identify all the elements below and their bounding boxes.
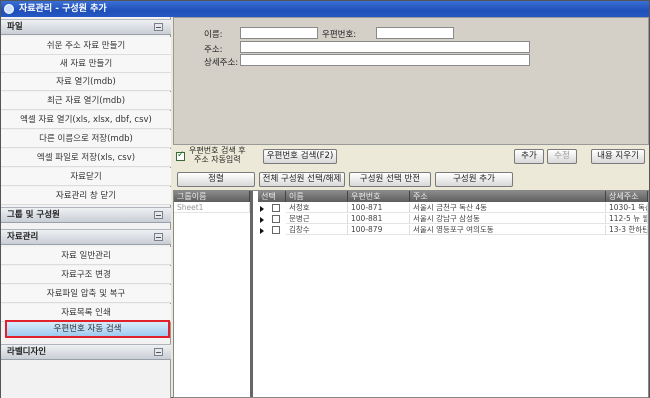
title-bar: 자료관리 - 구성원 추가 — [1, 1, 649, 17]
row-pointer-icon — [260, 228, 264, 234]
row-select-checkbox[interactable] — [272, 204, 280, 212]
menu-save-as[interactable]: 다른 이름으로 저장(mdb) — [1, 130, 171, 148]
invert-selection-button[interactable]: 구성원 선택 반전 — [349, 172, 431, 187]
row-1-name[interactable]: 서정호 — [286, 203, 348, 213]
menu-compress-repair[interactable]: 자료파일 압축 및 복구 — [1, 285, 171, 303]
section-data-header[interactable]: 자료관리 — [1, 229, 171, 245]
menu-data-general[interactable]: 자료 일반관리 — [1, 247, 171, 265]
menu-open-excel[interactable]: 엑셀 자료 열기(xls, xlsx, dbf, csv) — [1, 111, 171, 129]
window-title: 자료관리 - 구성원 추가 — [19, 4, 107, 14]
sidebar: 파일 쉬운 주소 자료 만들기 새 자료 만들기 자료 열기(mdb) 최근 자… — [1, 17, 171, 398]
name-label: 이름: — [204, 30, 223, 40]
data-grid-area: 그룹이름 Sheet1 선택 이름 우편번호 주소 상세주소 서정호 100-8… — [173, 190, 649, 398]
detail-address-input[interactable] — [240, 54, 530, 66]
detail-address-label: 상세주소: — [204, 58, 239, 68]
col-name-header[interactable]: 이름 — [286, 191, 348, 202]
row-pointer-icon — [260, 217, 264, 223]
row-1-address[interactable]: 서울시 금천구 독산 4동 — [410, 203, 606, 213]
menu-recent-data[interactable]: 최근 자료 열기(mdb) — [1, 92, 171, 110]
collapse-icon[interactable] — [154, 23, 163, 31]
name-input[interactable] — [240, 27, 318, 39]
row-select-checkbox[interactable] — [272, 215, 280, 223]
row-1-detail[interactable]: 1030-1 독산 — [606, 203, 648, 213]
col-detail-header[interactable]: 상세주소 — [606, 191, 648, 202]
address-label: 주소: — [204, 45, 223, 55]
add-button[interactable]: 추가 — [514, 149, 544, 164]
auto-zip-checkbox[interactable] — [176, 150, 185, 161]
group-table: 그룹이름 Sheet1 — [174, 191, 253, 397]
menu-open-data[interactable]: 자료 열기(mdb) — [1, 73, 171, 91]
row-select-checkbox[interactable] — [272, 226, 280, 234]
menu-close-data[interactable]: 자료닫기 — [1, 168, 171, 186]
menu-structure-change[interactable]: 자료구조 변경 — [1, 266, 171, 284]
row-3-address[interactable]: 서울시 영등포구 여의도동 — [410, 225, 606, 235]
row-3-name[interactable]: 김창수 — [286, 225, 348, 235]
row-2-zip[interactable]: 100-881 — [348, 214, 410, 224]
menu-easy-address[interactable]: 쉬운 주소 자료 만들기 — [1, 37, 171, 55]
input-form: 이름: 우편번호: 주소: 상세주소: — [173, 17, 649, 145]
main-window: 자료관리 - 구성원 추가 파일 쉬운 주소 자료 만들기 새 자료 만들기 자… — [0, 0, 650, 398]
group-row[interactable]: Sheet1 — [174, 203, 250, 213]
col-address-header[interactable]: 주소 — [410, 191, 606, 202]
zip-label: 우편번호: — [322, 30, 357, 40]
select-all-button[interactable]: 전체 구성원 선택/해제 — [259, 172, 345, 187]
zip-input[interactable] — [376, 27, 454, 39]
address-input[interactable] — [240, 41, 530, 53]
edit-button[interactable]: 수정 — [547, 149, 577, 164]
app-icon — [4, 4, 14, 14]
row-3-zip[interactable]: 100-879 — [348, 225, 410, 235]
auto-zip-label: 우편번호 검색 후 주소 자동입력 — [189, 146, 246, 164]
row-2-detail[interactable]: 112-5 뉴 월드 — [606, 214, 648, 224]
row-3-detail[interactable]: 13-3 한하탄 — [606, 225, 648, 235]
expand-icon[interactable] — [154, 348, 163, 356]
collapse-icon[interactable] — [154, 233, 163, 241]
group-name-header: 그룹이름 — [174, 191, 250, 202]
menu-save-excel[interactable]: 엑셀 파일로 저장(xls, csv) — [1, 149, 171, 167]
menu-new-data[interactable]: 새 자료 만들기 — [1, 55, 171, 73]
sort-button[interactable]: 정렬 — [177, 172, 255, 187]
section-group-header[interactable]: 그룹 및 구성원 — [1, 207, 171, 223]
add-member-button[interactable]: 구성원 추가 — [435, 172, 513, 187]
section-label-header[interactable]: 라벨디자인 — [1, 344, 171, 360]
row-2-address[interactable]: 서울시 강남구 삼성동 — [410, 214, 606, 224]
menu-auto-zip[interactable]: 우편번호 자동 검색 — [5, 320, 170, 338]
zip-search-button[interactable]: 우편번호 검색(F2) — [263, 149, 337, 164]
col-select-header[interactable]: 선택 — [258, 191, 286, 202]
row-2-name[interactable]: 문병근 — [286, 214, 348, 224]
expand-icon[interactable] — [154, 211, 163, 219]
clear-button[interactable]: 내용 지우기 — [591, 149, 645, 164]
row-pointer-icon — [260, 206, 264, 212]
menu-close-window[interactable]: 자료관리 창 닫기 — [1, 187, 171, 205]
row-1-zip[interactable]: 100-871 — [348, 203, 410, 213]
section-file-header[interactable]: 파일 — [1, 19, 171, 35]
col-zip-header[interactable]: 우편번호 — [348, 191, 410, 202]
